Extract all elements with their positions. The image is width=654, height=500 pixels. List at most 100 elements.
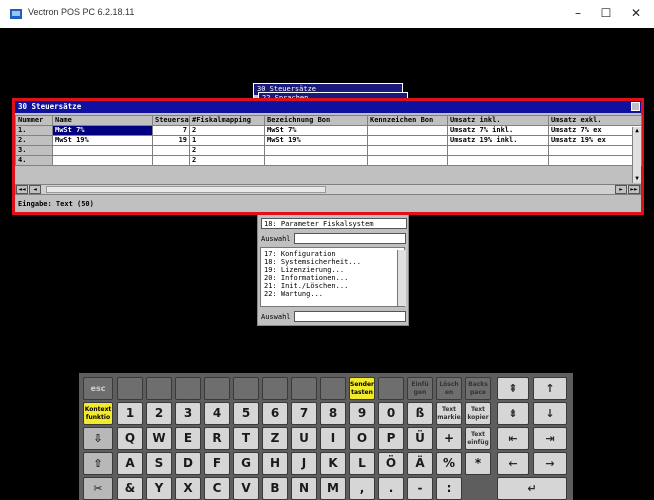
column-header[interactable]: Steuersatz: [152, 115, 190, 126]
scroll-first-icon[interactable]: ◄◄: [16, 185, 28, 194]
key-sz[interactable]: ß: [407, 402, 433, 425]
key-e[interactable]: E: [175, 427, 201, 450]
func-key-8[interactable]: [320, 377, 346, 400]
key-0[interactable]: 0: [378, 402, 404, 425]
scroll-thumb[interactable]: [46, 186, 326, 193]
key-3[interactable]: 3: [175, 402, 201, 425]
key-l[interactable]: L: [349, 452, 375, 475]
table-cell[interactable]: MwSt 7%: [264, 125, 368, 136]
sender-tasten-key[interactable]: Sender tasten: [349, 377, 375, 400]
key-f[interactable]: F: [204, 452, 230, 475]
key-h[interactable]: H: [262, 452, 288, 475]
key-a[interactable]: A: [117, 452, 143, 475]
key-asterisk[interactable]: *: [465, 452, 491, 475]
table-cell[interactable]: [367, 145, 448, 156]
key-5[interactable]: 5: [233, 402, 259, 425]
key-plus[interactable]: +: [436, 427, 462, 450]
esc-key[interactable]: esc: [83, 377, 113, 400]
enter-icon[interactable]: ↵: [497, 477, 567, 500]
key-j[interactable]: J: [291, 452, 317, 475]
backspace-key[interactable]: Backs pace: [465, 377, 491, 400]
page-up-icon[interactable]: ⇞: [497, 377, 529, 400]
table-row[interactable]: 3. 2: [15, 145, 642, 156]
key-w[interactable]: W: [146, 427, 172, 450]
scroll-down-icon[interactable]: ▼: [633, 175, 641, 183]
table-cell[interactable]: Umsatz 7% ex: [548, 125, 642, 136]
key-z[interactable]: Z: [262, 427, 288, 450]
key-r[interactable]: R: [204, 427, 230, 450]
kontext-funktion-key[interactable]: Kontext funktio: [83, 402, 113, 425]
table-cell[interactable]: 2.: [15, 135, 53, 146]
key-7[interactable]: 7: [291, 402, 317, 425]
key-9[interactable]: 9: [349, 402, 375, 425]
close-button[interactable]: ✕: [626, 4, 646, 22]
table-cell[interactable]: Umsatz 19% ex: [548, 135, 642, 146]
key-minus[interactable]: -: [407, 477, 433, 500]
key-comma[interactable]: ,: [349, 477, 375, 500]
key-i[interactable]: I: [320, 427, 346, 450]
func-key-1[interactable]: [117, 377, 143, 400]
table-row[interactable]: 2. MwSt 19% 19 1 MwSt 19% Umsatz 19% ink…: [15, 135, 642, 146]
param-item[interactable]: 18: Parameter Fiskalsystem: [264, 220, 374, 228]
cut-icon[interactable]: ✂: [83, 477, 113, 500]
key-g[interactable]: G: [233, 452, 259, 475]
key-p[interactable]: P: [378, 427, 404, 450]
key-x[interactable]: X: [175, 477, 201, 500]
table-cell[interactable]: 4.: [15, 155, 53, 166]
text-einfuegen-key[interactable]: Text einfüg: [465, 427, 491, 450]
table-cell[interactable]: 1: [189, 135, 265, 146]
menu-item[interactable]: 22: Wartung...: [264, 290, 323, 298]
home-icon[interactable]: ⇤: [497, 427, 529, 450]
func-key-3[interactable]: [175, 377, 201, 400]
key-ue[interactable]: Ü: [407, 427, 433, 450]
arrow-down-icon[interactable]: ↓: [533, 402, 567, 425]
table-cell[interactable]: MwSt 19%: [52, 135, 153, 146]
table-cell[interactable]: 1.: [15, 125, 53, 136]
column-header[interactable]: Umsatz exkl.: [548, 115, 642, 126]
table-cell[interactable]: [152, 155, 190, 166]
table-cell[interactable]: [152, 145, 190, 156]
key-oe[interactable]: Ö: [378, 452, 404, 475]
end-icon[interactable]: ⇥: [533, 427, 567, 450]
func-key-2[interactable]: [146, 377, 172, 400]
text-markieren-key[interactable]: Text markie: [436, 402, 462, 425]
param-field[interactable]: 18: Parameter Fiskalsystem: [261, 218, 407, 229]
table-row[interactable]: 4. 2: [15, 155, 642, 166]
maximize-button[interactable]: ☐: [596, 4, 616, 22]
page-down-icon[interactable]: ⇟: [497, 402, 529, 425]
auswahl-input-1[interactable]: [294, 233, 406, 244]
table-cell[interactable]: [264, 145, 368, 156]
key-s[interactable]: S: [146, 452, 172, 475]
table-cell[interactable]: [548, 145, 642, 156]
key-8[interactable]: 8: [320, 402, 346, 425]
table-cell[interactable]: [367, 125, 448, 136]
caps-down-icon[interactable]: ⇩: [83, 427, 113, 450]
table-cell[interactable]: [52, 145, 153, 156]
menu-item[interactable]: 21: Init./Löschen...: [264, 282, 348, 290]
func-key-9[interactable]: [378, 377, 404, 400]
table-cell[interactable]: 2: [189, 155, 265, 166]
key-c[interactable]: C: [204, 477, 230, 500]
key-percent[interactable]: %: [436, 452, 462, 475]
key-period[interactable]: .: [378, 477, 404, 500]
arrow-left-icon[interactable]: ←: [497, 452, 529, 475]
einfuegen-key[interactable]: Einfü gen: [407, 377, 433, 400]
func-key-7[interactable]: [291, 377, 317, 400]
scroll-up-icon[interactable]: ▲: [633, 127, 641, 135]
table-cell[interactable]: MwSt 19%: [264, 135, 368, 146]
auswahl-input-2[interactable]: [294, 311, 406, 322]
column-header[interactable]: Nummer: [15, 115, 53, 126]
key-u[interactable]: U: [291, 427, 317, 450]
key-m[interactable]: M: [320, 477, 346, 500]
table-cell[interactable]: [548, 155, 642, 166]
key-y[interactable]: Y: [146, 477, 172, 500]
column-header[interactable]: Name: [52, 115, 153, 126]
func-key-4[interactable]: [204, 377, 230, 400]
table-cell[interactable]: [367, 155, 448, 166]
table-cell[interactable]: Umsatz 19% inkl.: [447, 135, 549, 146]
key-t[interactable]: T: [233, 427, 259, 450]
scroll-last-icon[interactable]: ►►: [628, 185, 640, 194]
menu-item[interactable]: 19: Lizenzierung...: [264, 266, 344, 274]
table-cell[interactable]: 7: [152, 125, 190, 136]
arrow-right-icon[interactable]: →: [533, 452, 567, 475]
